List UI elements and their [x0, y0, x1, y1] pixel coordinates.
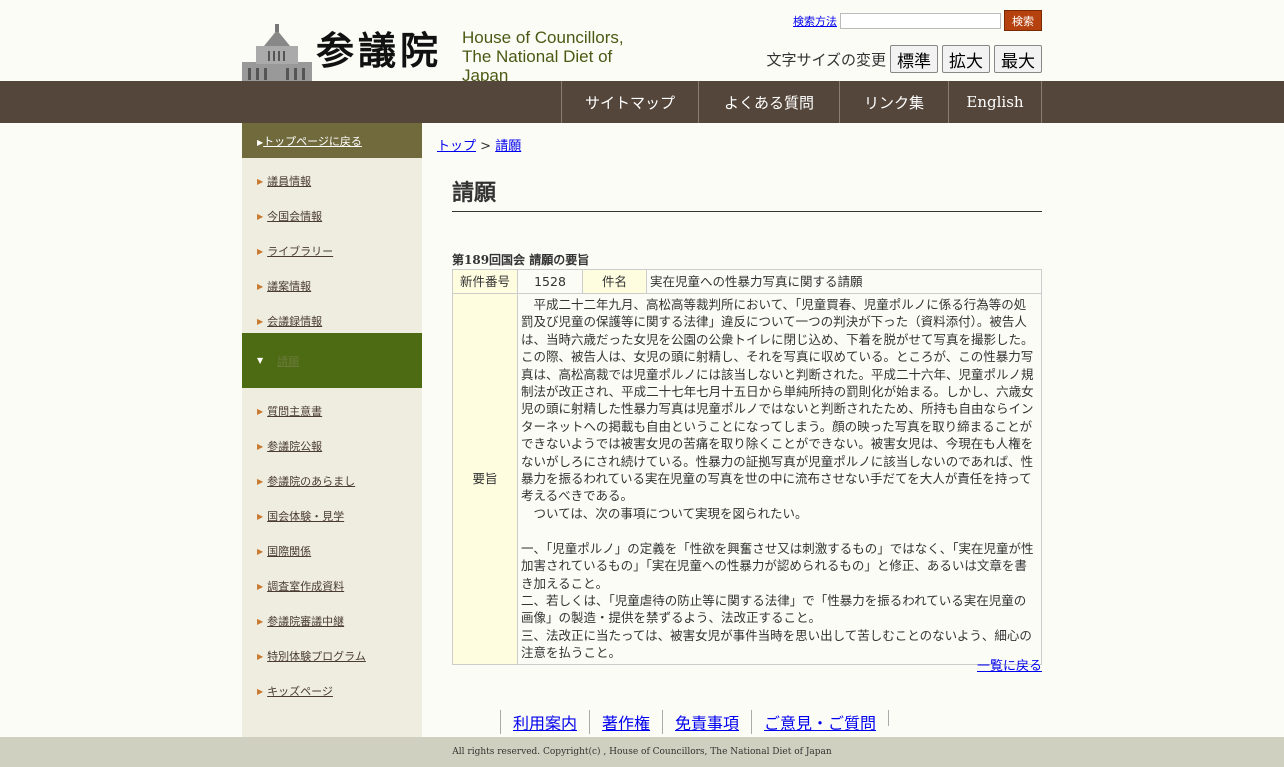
font-size-max-button[interactable]: 最大: [994, 45, 1042, 73]
summary-value: 平成二十二年九月、高松高等裁判所において、「児童買春、児童ポルノに係る行為等の処…: [517, 293, 1042, 665]
nav-links[interactable]: リンク集: [840, 81, 949, 123]
sidebar-row: ▶ 参議院審議中継: [242, 598, 422, 633]
footer-links: 利用案内 著作権 免責事項 ご意見・ご質問: [500, 710, 890, 734]
sidebar-item-library[interactable]: ライブラリー: [267, 243, 333, 259]
search-form: 検索方法 検索: [793, 10, 1042, 31]
sidebar-item-questions[interactable]: 質問主意書: [267, 403, 322, 419]
search-input[interactable]: [840, 12, 1001, 29]
logo-kanji: 参議院: [316, 28, 443, 73]
breadcrumb: トップ > 請願: [437, 135, 521, 154]
nav-sitemap[interactable]: サイトマップ: [562, 81, 699, 123]
logo-english-line1: House of Councillors,: [462, 28, 624, 47]
sidebar-row: ▶ 参議院公報: [242, 423, 422, 458]
sidebar-item-overview[interactable]: 参議院のあらまし: [267, 473, 355, 489]
triangle-right-icon: ▶: [257, 176, 264, 186]
triangle-down-icon: ▼: [257, 356, 264, 365]
triangle-right-icon: ▶: [257, 281, 264, 291]
sidebar-item-gazette[interactable]: 参議院公報: [267, 438, 322, 454]
site-header: 参議院 House of Councillors, The National Di…: [242, 0, 1042, 85]
footer-link-feedback[interactable]: ご意見・ご質問: [751, 710, 888, 734]
nav-faq[interactable]: よくある質問: [699, 81, 840, 123]
breadcrumb-home[interactable]: トップ: [437, 139, 476, 154]
triangle-right-icon: ▶: [257, 316, 264, 326]
triangle-right-icon: ▶: [257, 211, 264, 221]
logo-english-line2: The National Diet of Japan: [462, 47, 613, 85]
sidebar-item-bills[interactable]: 議案情報: [267, 278, 311, 294]
back-to-list-link[interactable]: 一覧に戻る: [977, 655, 1042, 674]
sidebar-item-program[interactable]: 特別体験プログラム: [267, 648, 366, 664]
sidebar-item-international[interactable]: 国際関係: [267, 543, 311, 559]
sidebar-item-members[interactable]: 議員情報: [267, 173, 311, 189]
sidebar-item-minutes[interactable]: 会議録情報: [267, 313, 322, 329]
number-value: 1528: [517, 269, 583, 294]
petition-table: 新件番号 1528 件名 実在児童への性暴力写真に関する請願 要旨 平成二十二年…: [452, 269, 1042, 665]
diet-building-icon: [242, 24, 312, 81]
font-size-large-button[interactable]: 拡大: [942, 45, 990, 73]
triangle-right-icon: ▶: [257, 406, 264, 416]
sidebar-item-petitions[interactable]: 請願: [277, 353, 299, 369]
sidebar-row: ▶ 質問主意書: [242, 388, 422, 423]
triangle-right-icon: ▶: [257, 476, 264, 486]
triangle-right-icon: ▶: [257, 546, 264, 556]
sidebar-row: ▶ 特別体験プログラム: [242, 633, 422, 668]
triangle-right-icon: ▶: [257, 511, 264, 521]
subject-header: 件名: [582, 269, 647, 294]
sidebar-item-kids[interactable]: キッズページ: [267, 683, 333, 699]
divider: [888, 710, 890, 726]
triangle-right-icon: ▶: [257, 246, 264, 256]
sidebar-item-visit[interactable]: 国会体験・見学: [267, 508, 344, 524]
sidebar-row: ▶ 会議録情報: [242, 298, 422, 333]
sidebar-row-active: ▼ 請願: [242, 333, 422, 388]
sidebar-row: ▶ 参議院のあらまし: [242, 458, 422, 493]
font-size-controls: 文字サイズの変更 標準 拡大 最大: [766, 45, 1042, 73]
footer-link-usage[interactable]: 利用案内: [500, 710, 589, 734]
footer-link-disclaimer[interactable]: 免責事項: [662, 710, 751, 734]
sidebar-item-research[interactable]: 調査室作成資料: [267, 578, 344, 594]
table-row: 要旨 平成二十二年九月、高松高等裁判所において、「児童買春、児童ポルノに係る行為…: [452, 293, 1042, 665]
page-title: 請願: [452, 175, 1042, 212]
breadcrumb-separator: >: [476, 139, 496, 154]
sidebar-row: ▶ ライブラリー: [242, 228, 422, 263]
table-row: 新件番号 1528 件名 実在児童への性暴力写真に関する請願: [452, 269, 1042, 294]
sidebar-row: ▶ 調査室作成資料: [242, 563, 422, 598]
search-help-link[interactable]: 検索方法: [793, 13, 837, 29]
sidebar-item-current-session[interactable]: 今国会情報: [267, 208, 322, 224]
sidebar-row: ▶ 国際関係: [242, 528, 422, 563]
section-subtitle: 第189回国会 請願の要旨: [452, 253, 590, 267]
footer-link-copyright[interactable]: 著作権: [589, 710, 662, 734]
sidebar-row: ▶ 国会体験・見学: [242, 493, 422, 528]
nav-english[interactable]: English: [949, 81, 1042, 123]
sidebar-row: ▶ 今国会情報: [242, 193, 422, 228]
summary-header: 要旨: [452, 293, 518, 665]
sidebar-row: ▶ 議案情報: [242, 263, 422, 298]
footer-copyright: All rights reserved. Copyright(c) , Hous…: [0, 737, 1284, 767]
site-logo[interactable]: 参議院 House of Councillors, The National Di…: [242, 20, 652, 85]
logo-english: House of Councillors, The National Diet o…: [462, 28, 652, 85]
triangle-right-icon: ▶: [257, 581, 264, 591]
triangle-right-icon: ▶: [257, 651, 264, 661]
triangle-right-icon: ▶: [257, 616, 264, 626]
sidebar-item-top[interactable]: トップページに戻る: [263, 135, 362, 148]
font-size-label: 文字サイズの変更: [766, 50, 886, 69]
sidebar-row: ▶ キッズページ: [242, 668, 422, 703]
font-size-standard-button[interactable]: 標準: [890, 45, 938, 73]
subject-value: 実在児童への性暴力写真に関する請願: [646, 269, 1042, 294]
triangle-right-icon: ▶: [257, 441, 264, 451]
breadcrumb-current[interactable]: 請願: [495, 139, 521, 154]
triangle-right-icon: ▶: [257, 686, 264, 696]
number-header: 新件番号: [452, 269, 518, 294]
sidebar-item-broadcast[interactable]: 参議院審議中継: [267, 613, 344, 629]
sidebar: ▶トップページに戻る ▶ 議員情報 ▶ 今国会情報 ▶ ライブラリー ▶ 議案情報 ▶ 会…: [242, 123, 422, 737]
sidebar-top: ▶トップページに戻る: [242, 123, 422, 158]
sidebar-row: ▶ 議員情報: [242, 158, 422, 193]
global-nav: サイトマップ よくある質問 リンク集 English: [0, 81, 1284, 123]
search-button[interactable]: 検索: [1004, 10, 1042, 31]
